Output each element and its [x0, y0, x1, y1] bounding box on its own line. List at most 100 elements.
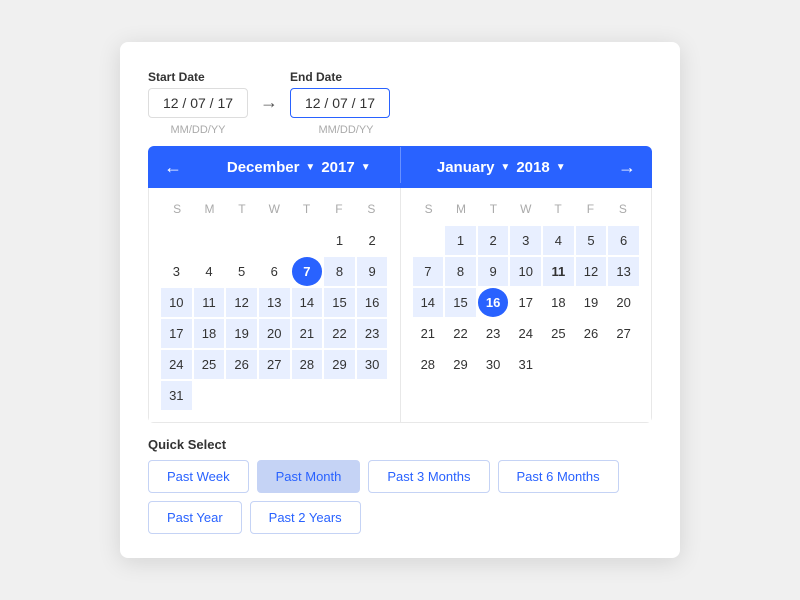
day-cell[interactable]: 23	[357, 319, 388, 348]
past-month-button[interactable]: Past Month	[257, 460, 361, 493]
left-day-headers: S M T W T F S	[161, 196, 388, 222]
day-cell[interactable]: 19	[576, 288, 607, 317]
end-date-input[interactable]	[290, 88, 390, 118]
day-cell[interactable]: 18	[543, 288, 574, 317]
day-cell[interactable]: 17	[161, 319, 192, 348]
day-cell[interactable]: 28	[413, 350, 444, 379]
right-days-grid: 1234567891011121314151617181920212223242…	[413, 226, 640, 379]
day-cell[interactable]: 5	[226, 257, 257, 286]
day-cell[interactable]: 4	[543, 226, 574, 255]
day-cell[interactable]: 27	[608, 319, 639, 348]
end-date-format: MM/DD/YY	[296, 124, 396, 136]
day-cell[interactable]: 22	[324, 319, 355, 348]
day-cell[interactable]: 1	[445, 226, 476, 255]
day-cell[interactable]: 19	[226, 319, 257, 348]
day-cell[interactable]: 12	[226, 288, 257, 317]
right-year-dropdown-icon[interactable]: ▼	[556, 162, 566, 173]
past-3-months-button[interactable]: Past 3 Months	[368, 460, 489, 493]
quick-row-2: Past Year Past 2 Years	[148, 501, 361, 534]
day-cell[interactable]: 12	[576, 257, 607, 286]
day-cell[interactable]: 21	[292, 319, 323, 348]
right-year-label: 2018	[516, 159, 549, 176]
day-cell[interactable]: 16	[478, 288, 509, 317]
day-cell[interactable]: 24	[510, 319, 541, 348]
day-cell[interactable]: 31	[510, 350, 541, 379]
day-cell[interactable]: 27	[259, 350, 290, 379]
right-month-dropdown-icon[interactable]: ▼	[500, 162, 510, 173]
day-cell[interactable]: 5	[576, 226, 607, 255]
right-calendar: S M T W T F S 12345678910111213141516171…	[400, 188, 652, 422]
day-cell[interactable]: 20	[259, 319, 290, 348]
day-cell	[543, 350, 574, 379]
past-2-years-button[interactable]: Past 2 Years	[250, 501, 361, 534]
day-cell	[226, 381, 257, 410]
day-cell[interactable]: 15	[324, 288, 355, 317]
day-cell[interactable]: 30	[478, 350, 509, 379]
day-cell[interactable]: 1	[324, 226, 355, 255]
left-header-t2: T	[290, 196, 322, 222]
day-cell[interactable]: 2	[357, 226, 388, 255]
day-cell[interactable]: 3	[510, 226, 541, 255]
day-cell[interactable]: 24	[161, 350, 192, 379]
day-cell[interactable]: 17	[510, 288, 541, 317]
day-cell[interactable]: 29	[445, 350, 476, 379]
day-cell	[161, 226, 192, 255]
past-year-button[interactable]: Past Year	[148, 501, 242, 534]
left-month-label: December	[227, 159, 300, 176]
end-date-group: End Date	[290, 70, 390, 118]
format-hints-row: MM/DD/YY MM/DD/YY	[148, 124, 652, 136]
day-cell[interactable]: 25	[543, 319, 574, 348]
day-cell[interactable]: 3	[161, 257, 192, 286]
day-cell[interactable]: 26	[226, 350, 257, 379]
day-cell[interactable]: 28	[292, 350, 323, 379]
left-year-dropdown-icon[interactable]: ▼	[361, 162, 371, 173]
day-cell	[608, 350, 639, 379]
day-cell[interactable]: 7	[413, 257, 444, 286]
day-cell[interactable]: 18	[194, 319, 225, 348]
left-calendar: S M T W T F S 12345678910111213141516171…	[149, 188, 400, 422]
day-cell[interactable]: 10	[510, 257, 541, 286]
quick-select-buttons: Past Week Past Month Past 3 Months Past …	[148, 460, 652, 534]
calendar-header: ← December ▼ 2017 ▼ January ▼ 2018 ▼ →	[148, 146, 652, 188]
day-cell[interactable]: 2	[478, 226, 509, 255]
day-cell[interactable]: 26	[576, 319, 607, 348]
next-month-button[interactable]: →	[602, 146, 652, 188]
date-picker-card: Start Date → End Date MM/DD/YY MM/DD/YY …	[120, 42, 680, 558]
day-cell[interactable]: 8	[324, 257, 355, 286]
day-cell[interactable]: 13	[259, 288, 290, 317]
day-cell[interactable]: 16	[357, 288, 388, 317]
day-cell[interactable]: 9	[357, 257, 388, 286]
day-cell[interactable]: 6	[608, 226, 639, 255]
day-cell[interactable]: 23	[478, 319, 509, 348]
past-week-button[interactable]: Past Week	[148, 460, 249, 493]
left-header-s2: S	[355, 196, 387, 222]
day-cell[interactable]: 9	[478, 257, 509, 286]
past-6-months-button[interactable]: Past 6 Months	[498, 460, 619, 493]
left-header-s1: S	[161, 196, 193, 222]
quick-select-label: Quick Select	[148, 437, 652, 452]
prev-month-button[interactable]: ←	[148, 146, 198, 188]
start-date-input[interactable]	[148, 88, 248, 118]
day-cell[interactable]: 25	[194, 350, 225, 379]
day-cell[interactable]: 15	[445, 288, 476, 317]
day-cell[interactable]: 30	[357, 350, 388, 379]
left-year-label: 2017	[321, 159, 354, 176]
day-cell[interactable]: 11	[543, 257, 574, 286]
right-day-headers: S M T W T F S	[413, 196, 640, 222]
day-cell[interactable]: 31	[161, 381, 192, 410]
day-cell[interactable]: 20	[608, 288, 639, 317]
day-cell[interactable]: 14	[413, 288, 444, 317]
day-cell[interactable]: 6	[259, 257, 290, 286]
day-cell[interactable]: 4	[194, 257, 225, 286]
day-cell[interactable]: 10	[161, 288, 192, 317]
day-cell[interactable]: 22	[445, 319, 476, 348]
day-cell[interactable]: 7	[292, 257, 323, 286]
day-cell[interactable]: 14	[292, 288, 323, 317]
left-month-dropdown-icon[interactable]: ▼	[305, 162, 315, 173]
day-cell[interactable]: 29	[324, 350, 355, 379]
day-cell[interactable]: 11	[194, 288, 225, 317]
day-cell[interactable]: 21	[413, 319, 444, 348]
day-cell	[413, 226, 444, 255]
day-cell[interactable]: 13	[608, 257, 639, 286]
day-cell[interactable]: 8	[445, 257, 476, 286]
